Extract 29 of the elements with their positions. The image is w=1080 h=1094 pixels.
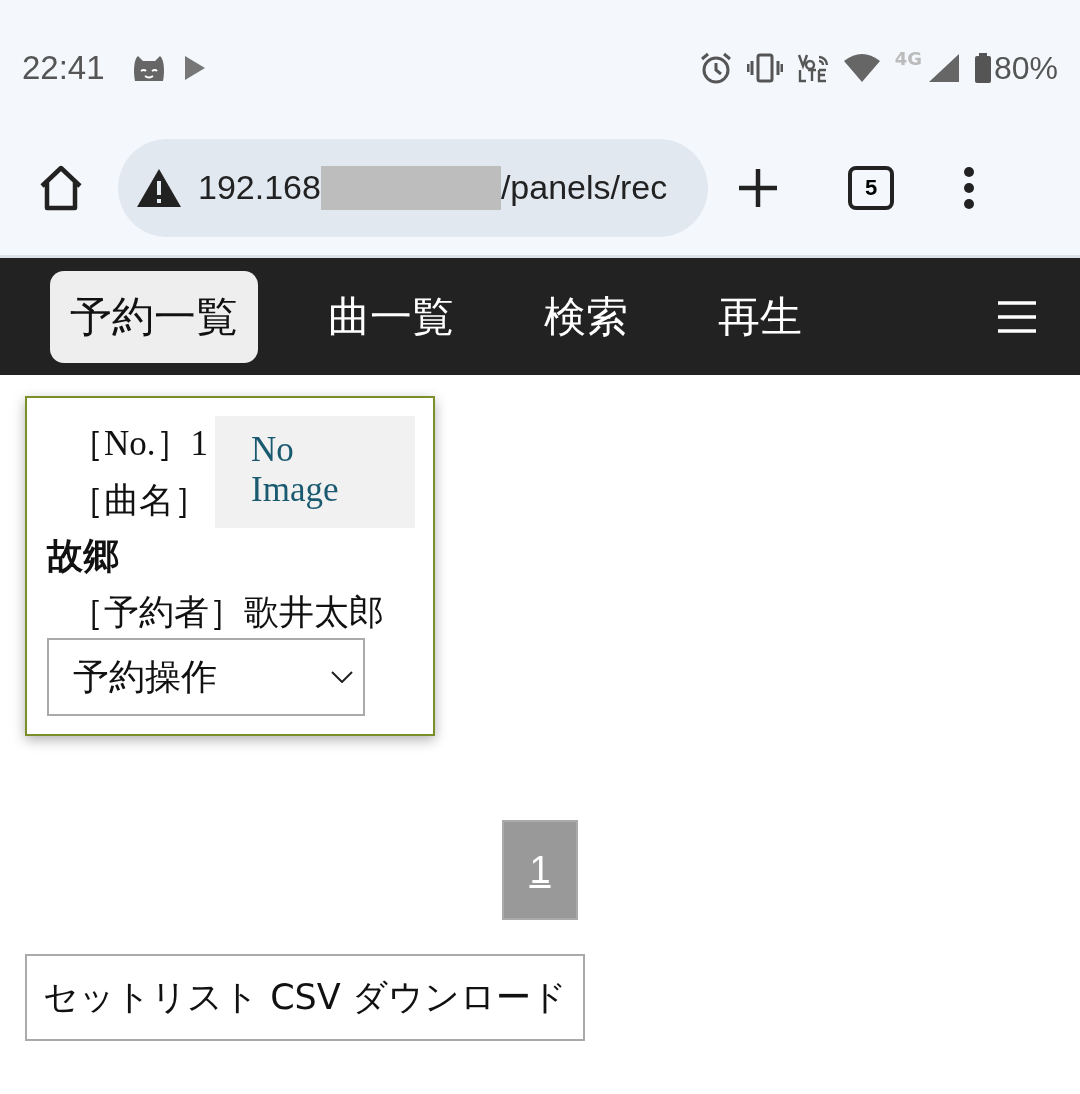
warning-icon <box>136 167 182 208</box>
nav-tab[interactable]: 予約一覧 <box>50 270 258 363</box>
vibrate-icon <box>746 53 783 83</box>
action-select[interactable]: 予約操作 <box>47 638 365 716</box>
clock-time: 22:41 <box>22 49 105 87</box>
more-icon[interactable] <box>962 165 976 210</box>
no-image-text: No Image <box>251 430 340 510</box>
volte-icon <box>796 53 829 83</box>
number-label: ［No.］1 <box>69 423 209 465</box>
battery-icon <box>973 53 992 83</box>
nav-tab[interactable]: 再生 <box>698 270 822 363</box>
network-type: 4G <box>894 48 922 69</box>
signal-icon <box>927 53 960 83</box>
battery-percent: 80% <box>993 49 1058 87</box>
wifi-icon <box>842 53 881 83</box>
tab-count-button[interactable]: 5 <box>848 165 894 210</box>
url-text: /panels/rec <box>500 168 668 207</box>
address-bar[interactable]: 192.168 /panels/rec <box>118 138 708 237</box>
nav-tab[interactable]: 検索 <box>524 270 648 363</box>
csv-download-button[interactable]: セットリスト CSV ダウンロード <box>25 954 585 1041</box>
menu-icon[interactable] <box>998 300 1036 333</box>
alarm-clock-icon <box>698 51 733 85</box>
play-icon <box>182 55 207 81</box>
url-text: 192.168 <box>198 168 321 207</box>
nav-tab[interactable]: 曲一覧 <box>308 270 474 363</box>
song-title: 故郷 <box>47 534 120 578</box>
chevron-down-icon <box>331 671 353 683</box>
title-label: ［曲名］ <box>69 479 209 522</box>
singer-label: ［予約者］歌井太郎 <box>68 591 385 634</box>
